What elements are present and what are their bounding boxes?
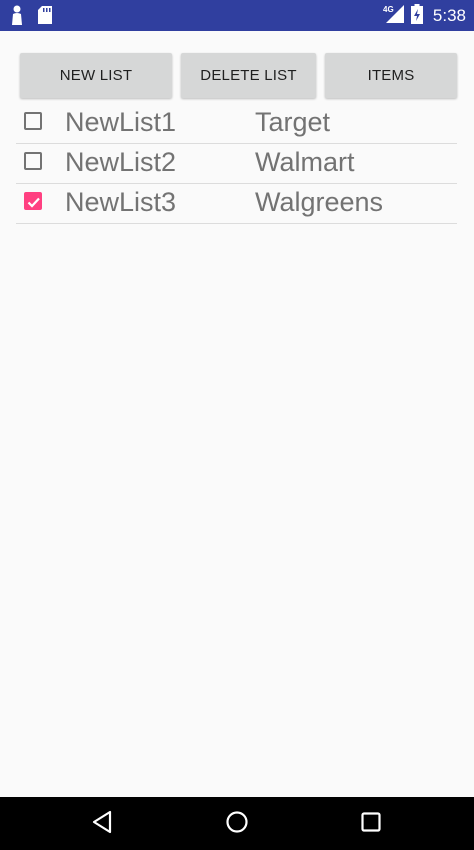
- recents-icon: [360, 811, 382, 837]
- home-button[interactable]: [207, 797, 267, 850]
- person-icon: [10, 5, 24, 29]
- recents-button[interactable]: [341, 797, 401, 850]
- list-checkbox[interactable]: [24, 192, 42, 210]
- status-bar: 4G 5:38: [0, 0, 474, 31]
- back-button[interactable]: [72, 797, 132, 850]
- status-right-icons: 4G 5:38: [383, 4, 466, 28]
- items-button[interactable]: ITEMS: [325, 53, 457, 98]
- list-name: NewList1: [65, 107, 177, 137]
- list-checkbox[interactable]: [24, 152, 42, 170]
- list-item[interactable]: NewList2 Walmart: [16, 144, 457, 184]
- back-icon: [91, 810, 113, 838]
- list-item[interactable]: NewList3 Walgreens: [16, 184, 457, 224]
- delete-list-button[interactable]: DELETE LIST: [181, 53, 316, 98]
- navigation-bar: [0, 797, 474, 850]
- home-icon: [225, 810, 249, 838]
- shopping-lists: NewList1 Target NewList2 Walmart NewList…: [16, 104, 457, 224]
- list-name: NewList2: [65, 147, 177, 177]
- battery-icon: [410, 4, 423, 28]
- network-type-label: 4G: [383, 5, 394, 14]
- checkmark-icon: [27, 197, 40, 208]
- status-time: 5:38: [432, 6, 466, 25]
- new-list-button[interactable]: NEW LIST: [20, 53, 172, 98]
- sd-card-icon: [38, 6, 52, 28]
- list-store: Walmart: [255, 147, 355, 177]
- list-store: Walgreens: [255, 187, 384, 217]
- list-item[interactable]: NewList1 Target: [16, 104, 457, 144]
- status-left-icons: [10, 5, 52, 29]
- toolbar-buttons: NEW LIST DELETE LIST ITEMS: [20, 53, 460, 98]
- signal-icon: 4G: [383, 4, 405, 28]
- list-checkbox[interactable]: [24, 112, 42, 130]
- list-store: Target: [255, 107, 331, 137]
- list-name: NewList3: [65, 187, 177, 217]
